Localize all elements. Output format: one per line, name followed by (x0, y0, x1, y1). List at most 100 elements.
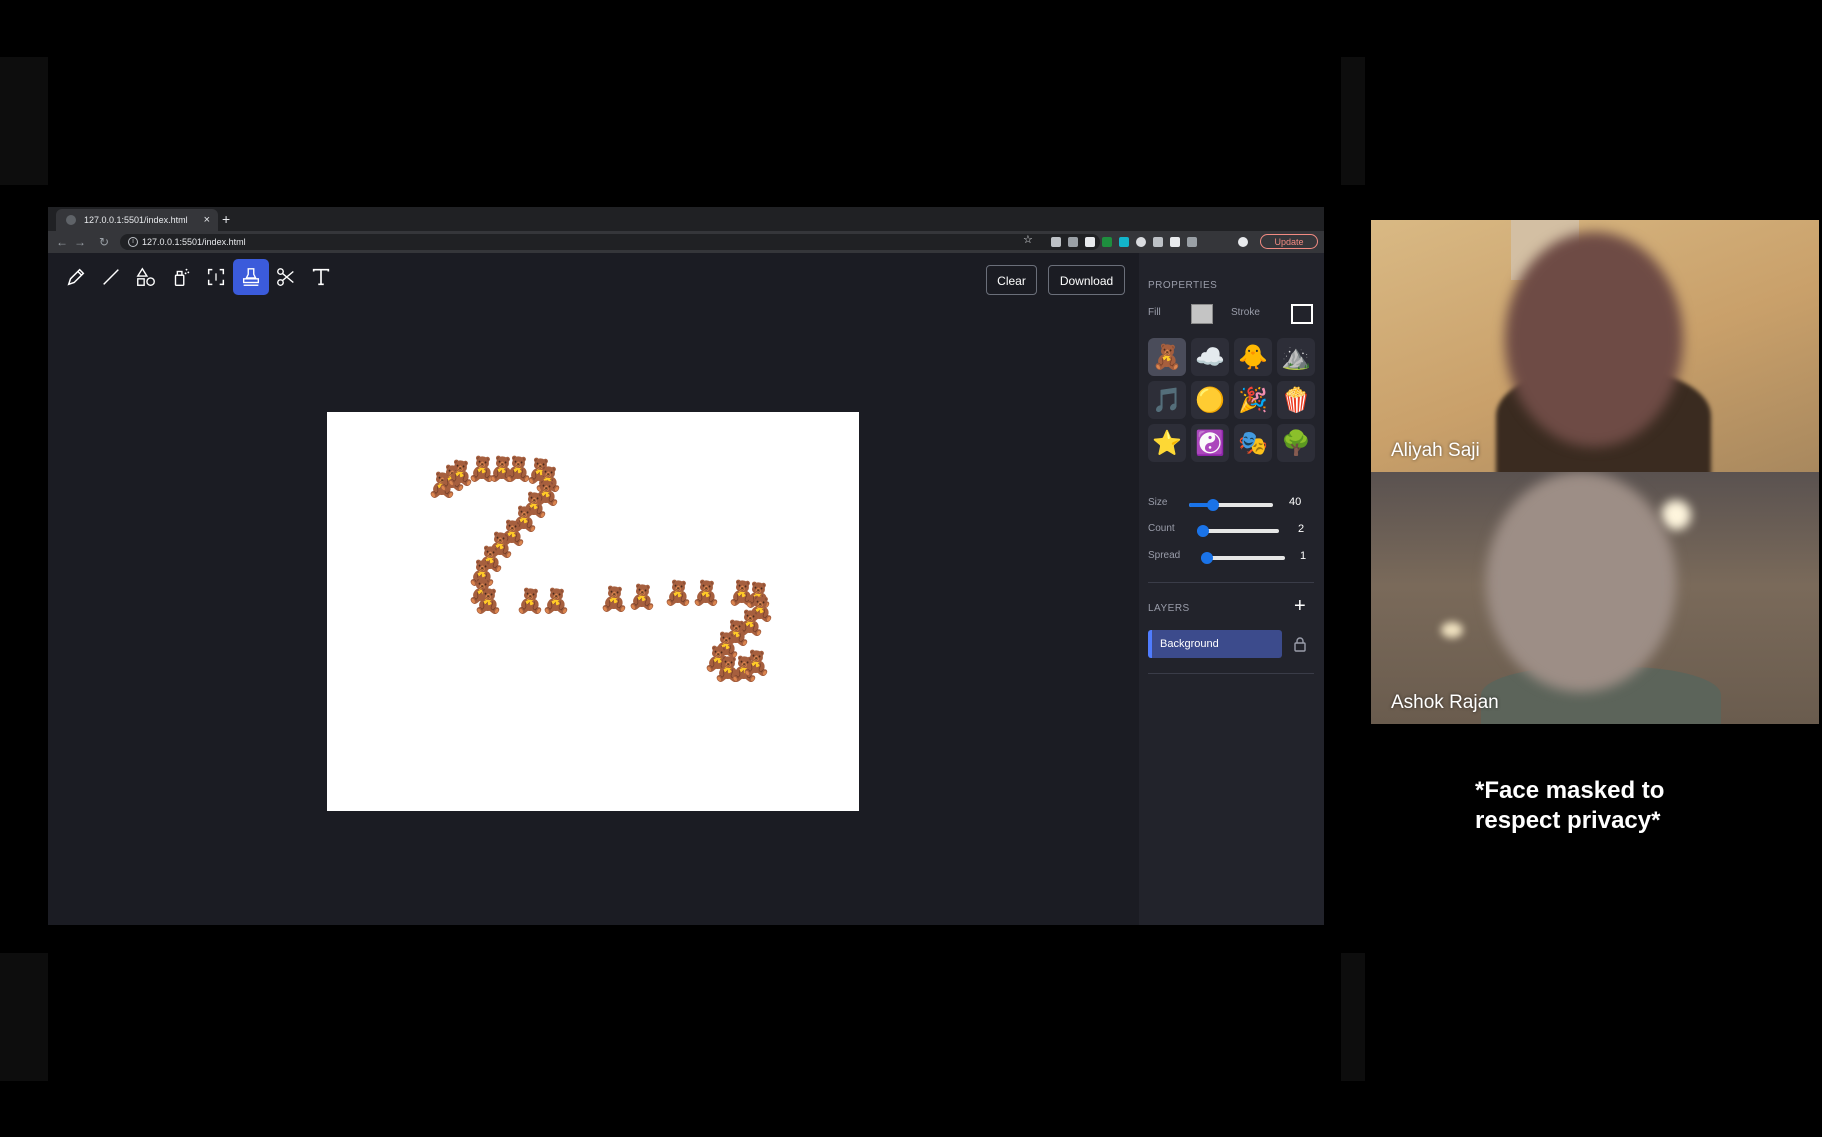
extension-icon[interactable] (1051, 237, 1061, 247)
masked-face (1505, 232, 1683, 447)
layer-item-background[interactable]: Background (1148, 630, 1282, 658)
properties-heading: PROPERTIES (1148, 280, 1218, 291)
teddy-bear-stamp: 🧸 (627, 584, 657, 611)
favicon-icon (66, 215, 76, 225)
extension-icon[interactable] (1068, 237, 1078, 247)
fill-color-swatch[interactable] (1191, 304, 1213, 324)
participant-name: Ashok Rajan (1391, 692, 1499, 713)
download-button[interactable]: Download (1048, 265, 1125, 295)
stamp-option[interactable]: 🌳 (1277, 424, 1315, 462)
tab-title: 127.0.0.1:5501/index.html (84, 215, 188, 225)
privacy-note-line: *Face masked to (1475, 777, 1665, 804)
spray-can-icon (174, 268, 190, 286)
url-text: 127.0.0.1:5501/index.html (142, 237, 246, 247)
add-layer-icon[interactable]: + (1294, 596, 1306, 616)
spread-slider-thumb[interactable] (1201, 552, 1213, 564)
bookmark-star-icon[interactable]: ☆ (1023, 233, 1033, 246)
site-info-icon[interactable]: i (128, 237, 138, 247)
size-slider[interactable] (1189, 499, 1273, 511)
teddy-bear-stamp: 🧸 (599, 586, 629, 613)
select-tool-button[interactable] (198, 259, 234, 295)
stamp-option[interactable]: ⭐ (1148, 424, 1186, 462)
select-frame-icon (207, 268, 225, 286)
cut-tool-button[interactable] (268, 259, 304, 295)
tab-strip: 127.0.0.1:5501/index.html × + (48, 207, 1324, 231)
size-value: 40 (1289, 496, 1302, 508)
panel-divider (1148, 582, 1314, 583)
line-tool-button[interactable] (93, 259, 129, 295)
stamp-option[interactable]: 🎵 (1148, 381, 1186, 419)
stamp-option[interactable]: 🎉 (1234, 381, 1272, 419)
spread-slider[interactable] (1201, 552, 1285, 564)
count-slider-thumb[interactable] (1197, 525, 1209, 537)
stamp-option[interactable]: 🧸 (1148, 338, 1186, 376)
size-label: Size (1148, 497, 1168, 508)
puzzle-icon[interactable] (1170, 237, 1180, 247)
masked-face (1486, 472, 1676, 692)
text-icon (312, 268, 330, 286)
teddy-bear-stamp: 🧸 (473, 588, 503, 615)
count-label: Count (1148, 523, 1175, 534)
extension-icon[interactable] (1102, 237, 1112, 247)
extension-icon[interactable] (1153, 237, 1163, 247)
teddy-bear-stamp: 🧸 (663, 580, 693, 607)
privacy-note-line: respect privacy* (1475, 807, 1661, 834)
edge-strip (1341, 57, 1365, 185)
reload-icon[interactable]: ↻ (99, 234, 109, 250)
drawing-app: Clear Download 🧸 🧸 🧸 🧸 🧸 🧸 🧸 🧸 🧸 🧸 🧸 🧸 🧸 🧸 🧸 🧸 🧸 🧸 🧸 🧸 🧸 🧸 🧸 🧸 🧸… (48, 253, 1324, 925)
participant-video-tile: Ashok Rajan (1371, 472, 1819, 724)
update-button[interactable]: Update (1260, 234, 1318, 249)
pencil-tool-button[interactable] (58, 259, 94, 295)
line-icon (103, 269, 119, 285)
fill-label: Fill (1148, 307, 1161, 318)
panel-divider (1148, 673, 1314, 674)
spread-value: 1 (1300, 550, 1307, 562)
extension-icon[interactable] (1119, 237, 1129, 247)
extension-icon[interactable] (1085, 237, 1095, 247)
teddy-bear-stamp: 🧸 (541, 588, 571, 615)
stamp-option[interactable]: 🟡 (1191, 381, 1229, 419)
stamp-option[interactable]: ☯️ (1191, 424, 1229, 462)
stamp-icon (242, 268, 260, 286)
stamp-option[interactable]: 🎭 (1234, 424, 1272, 462)
text-tool-button[interactable] (303, 259, 339, 295)
count-slider[interactable] (1197, 525, 1279, 537)
scissors-icon (277, 268, 294, 286)
lock-icon[interactable] (1293, 636, 1307, 652)
layer-name: Background (1160, 638, 1219, 650)
clear-button[interactable]: Clear (986, 265, 1037, 295)
shapes-icon (136, 267, 155, 286)
properties-panel: PROPERTIES Fill Stroke 🧸 ☁️ 🐥 ⛰️ 🎵 🟡 🎉 🍿 ⭐ ☯️ 🎭 🌳 S… (1139, 253, 1324, 925)
privacy-note: *Face masked to respect privacy* (1475, 776, 1664, 836)
shared-browser-window: 127.0.0.1:5501/index.html × + ← → ↻ i 12… (48, 207, 1324, 925)
stroke-color-swatch[interactable] (1291, 304, 1313, 324)
reading-list-icon[interactable] (1187, 237, 1197, 247)
ceiling-light (1441, 622, 1463, 638)
participant-video-tile: Aliyah Saji (1371, 220, 1819, 472)
drawing-canvas[interactable]: 🧸 🧸 🧸 🧸 🧸 🧸 🧸 🧸 🧸 🧸 🧸 🧸 🧸 🧸 🧸 🧸 🧸 🧸 🧸 🧸 🧸 🧸 🧸 🧸 🧸 🧸 🧸 🧸 🧸 🧸 🧸 🧸 🧸 (327, 412, 859, 811)
stamp-option[interactable]: 🍿 (1277, 381, 1315, 419)
forward-icon[interactable]: → (74, 234, 86, 250)
profile-icon[interactable] (1238, 237, 1248, 247)
new-tab-button[interactable]: + (222, 209, 230, 229)
count-value: 2 (1298, 523, 1305, 535)
ceiling-light (1661, 500, 1691, 530)
teddy-bear-stamp: 🧸 (741, 650, 771, 677)
edge-strip (1341, 953, 1365, 1081)
spray-tool-button[interactable] (163, 259, 199, 295)
address-bar[interactable]: i 127.0.0.1:5501/index.html (120, 234, 1100, 250)
stamp-option[interactable]: ⛰️ (1277, 338, 1315, 376)
stamp-tool-button[interactable] (233, 259, 269, 295)
pencil-icon (67, 268, 85, 286)
spread-label: Spread (1148, 550, 1181, 561)
size-slider-thumb[interactable] (1207, 499, 1219, 511)
stamp-option[interactable]: 🐥 (1234, 338, 1272, 376)
shapes-tool-button[interactable] (128, 259, 164, 295)
browser-tab[interactable]: 127.0.0.1:5501/index.html × (56, 209, 218, 231)
stroke-label: Stroke (1231, 307, 1260, 318)
stamp-option[interactable]: ☁️ (1191, 338, 1229, 376)
back-icon[interactable]: ← (56, 234, 68, 250)
edge-strip (0, 57, 48, 185)
extension-icon[interactable] (1136, 237, 1146, 247)
close-tab-icon[interactable]: × (204, 209, 210, 231)
